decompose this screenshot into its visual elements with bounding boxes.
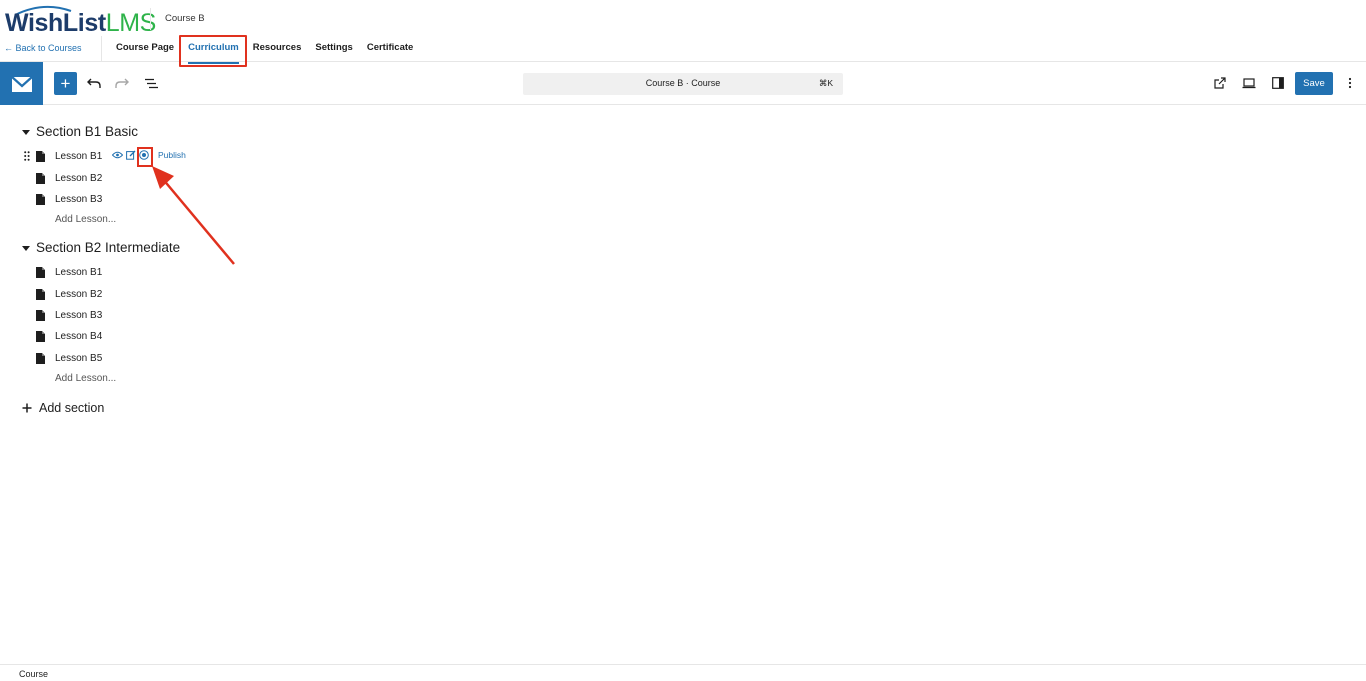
add-lesson-button[interactable]: Add Lesson... xyxy=(55,373,116,384)
lesson-title: Lesson B1 xyxy=(55,266,103,278)
course-title: Course B xyxy=(165,13,205,24)
editor-footer: Course xyxy=(0,664,1366,681)
section-b1-header[interactable]: Section B1 Basic xyxy=(22,124,138,139)
lesson-title: Lesson B2 xyxy=(55,288,103,300)
top-header: WishListLMS Course B ← Back to Courses C… xyxy=(0,0,1366,67)
document-icon xyxy=(36,193,45,205)
sidebar-toggle-icon[interactable] xyxy=(1269,74,1287,92)
envelope-check-icon xyxy=(10,75,33,92)
document-icon xyxy=(36,288,45,300)
add-section-button[interactable]: Add section xyxy=(22,401,104,415)
tab-certificate[interactable]: Certificate xyxy=(367,36,413,62)
logo-text: WishListLMS xyxy=(5,9,156,37)
logo-text-primary: WishList xyxy=(5,9,106,37)
save-button[interactable]: Save xyxy=(1295,72,1333,95)
add-lesson-button[interactable]: Add Lesson... xyxy=(55,214,116,225)
add-block-button[interactable]: + xyxy=(54,72,77,95)
document-icon xyxy=(36,309,45,321)
document-icon xyxy=(36,266,45,278)
annotation-arrow-icon xyxy=(152,166,235,265)
collapse-caret-icon[interactable] xyxy=(22,245,30,251)
header-divider xyxy=(150,8,151,30)
tab-course-page[interactable]: Course Page xyxy=(116,36,174,62)
eye-icon[interactable] xyxy=(112,151,123,159)
lesson-item[interactable]: Lesson B3 xyxy=(36,307,102,323)
command-bar-shortcut: ⌘K xyxy=(818,78,833,88)
breadcrumb[interactable]: Course xyxy=(19,669,48,679)
lesson-item[interactable]: Lesson B4 xyxy=(36,328,102,344)
lesson-title: Lesson B2 xyxy=(55,172,103,184)
edit-icon[interactable] xyxy=(126,150,136,160)
back-to-courses-link[interactable]: ← Back to Courses xyxy=(4,43,82,53)
lesson-item[interactable]: Lesson B5 xyxy=(36,350,102,366)
lesson-item[interactable]: Lesson B3 xyxy=(36,191,102,207)
drag-handle-icon[interactable] xyxy=(24,151,30,161)
lesson-item[interactable]: Lesson B1 xyxy=(36,148,102,164)
collapse-caret-icon[interactable] xyxy=(22,129,30,135)
tab-settings[interactable]: Settings xyxy=(315,36,352,62)
lesson-item[interactable]: Lesson B2 xyxy=(36,286,102,302)
lesson-title: Lesson B1 xyxy=(55,150,103,162)
wordpress-logo-icon[interactable] xyxy=(0,62,43,105)
lesson-item[interactable]: Lesson B1 xyxy=(36,264,102,280)
command-palette-bar[interactable]: Course B · Course ⌘K xyxy=(523,73,843,95)
document-icon xyxy=(36,150,45,162)
document-icon xyxy=(36,352,45,364)
undo-icon[interactable] xyxy=(85,74,103,92)
lesson-item[interactable]: Lesson B2 xyxy=(36,170,102,186)
document-icon xyxy=(36,330,45,342)
lesson-title: Lesson B3 xyxy=(55,309,103,321)
more-options-icon[interactable] xyxy=(1341,74,1359,92)
command-bar-title: Course B · Course xyxy=(645,78,721,88)
tab-resources[interactable]: Resources xyxy=(253,36,302,62)
redo-icon[interactable] xyxy=(113,74,131,92)
add-section-label: Add section xyxy=(39,401,105,415)
editor-toolbar: + Course B · Course ⌘K Save xyxy=(0,62,1366,105)
lesson-title: Lesson B3 xyxy=(55,193,103,205)
plus-icon xyxy=(22,403,32,413)
document-icon xyxy=(36,172,45,184)
publish-link[interactable]: Publish xyxy=(158,150,186,160)
section-title: Section B1 Basic xyxy=(36,124,139,139)
list-view-icon[interactable] xyxy=(142,74,160,92)
logo-text-secondary: LMS xyxy=(105,9,157,37)
lesson-title: Lesson B5 xyxy=(55,352,103,364)
lesson-title: Lesson B4 xyxy=(55,330,103,342)
external-link-icon[interactable] xyxy=(1211,74,1229,92)
course-tabs: Course Page Curriculum Resources Setting… xyxy=(101,36,427,64)
device-preview-icon[interactable] xyxy=(1240,74,1258,92)
